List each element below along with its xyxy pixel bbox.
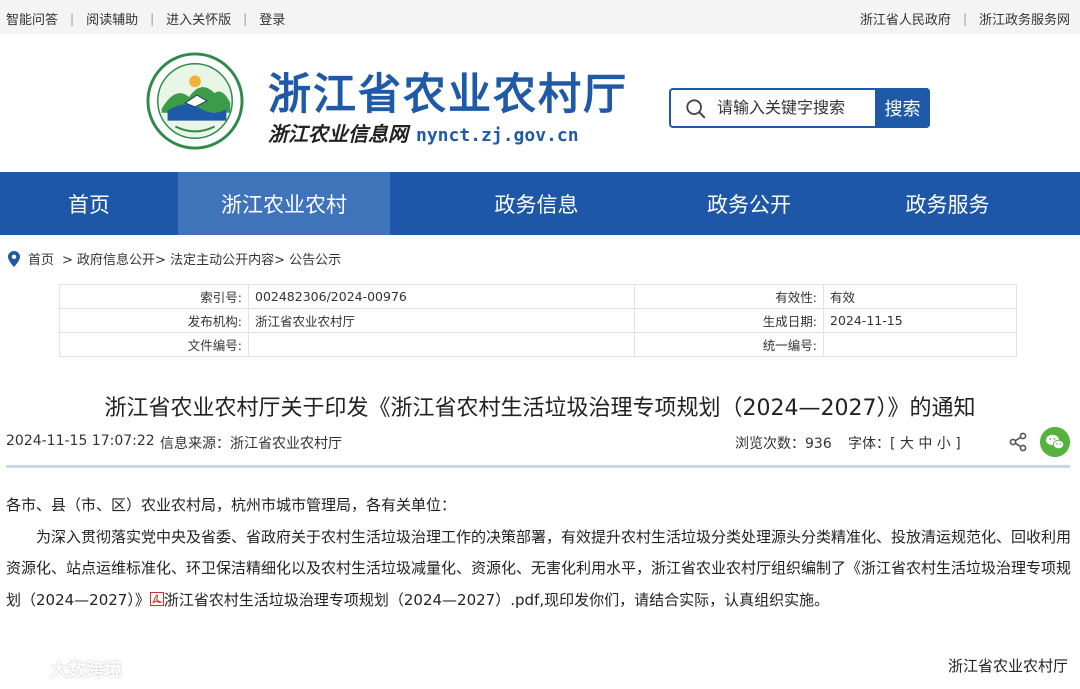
unified-number-label: 统一编号:	[634, 332, 824, 357]
nav-government-disclosure[interactable]: 政务公开	[683, 172, 815, 235]
department-logo-icon[interactable]	[146, 52, 244, 150]
index-label: 索引号:	[59, 284, 249, 309]
publisher-value: 浙江省农业农村厅	[248, 308, 635, 333]
article-title: 浙江省农业农村厅关于印发《浙江省农村生活垃圾治理专项规划（2024—2027）》…	[104, 396, 976, 421]
generated-date-value: 2024-11-15	[823, 308, 1017, 333]
search-box: 搜索	[669, 88, 930, 128]
gov-service-link[interactable]: 浙江政务服务网	[979, 9, 1070, 28]
signature: 浙江省农业农村厅	[947, 657, 1068, 675]
search-icon	[686, 99, 706, 119]
watermark: 大数跨境	[10, 656, 122, 682]
nav-home[interactable]: 首页	[0, 172, 178, 235]
separator: |	[962, 11, 967, 26]
table-row: 发布机构: 浙江省农业农村厅 生成日期: 2024-11-15	[59, 308, 1017, 333]
breadcrumb-path[interactable]: > 政府信息公开> 法定主动公开内容> 公告公示	[62, 249, 341, 268]
index-value: 002482306/2024-00976	[248, 284, 635, 309]
document-meta-table: 索引号: 002482306/2024-00976 有效性: 有效 发布机构: …	[59, 284, 1017, 357]
reading-assist-link[interactable]: 阅读辅助	[86, 9, 138, 28]
login-link[interactable]: 登录	[259, 9, 285, 28]
validity-label: 有效性:	[634, 284, 824, 309]
top-utility-bar: 智能问答 | 阅读辅助 | 进入关怀版 | 登录 浙江省人民政府 | 浙江政务服…	[0, 0, 1080, 34]
top-left-links: 智能问答 | 阅读辅助 | 进入关怀版 | 登录	[6, 9, 285, 29]
wechat-icon[interactable]	[1040, 427, 1070, 457]
publish-datetime: 2024-11-15 17:07:22	[6, 433, 155, 449]
site-subtitle: 浙江农业信息网 nynct.zj.gov.cn	[268, 118, 579, 147]
separator: |	[243, 11, 248, 26]
location-pin-icon	[8, 250, 20, 267]
article-body: 各市、县（市、区）农业农村局，杭州市城市管理局，各有关单位： 为深入贯彻落实党中…	[6, 490, 1072, 616]
smart-qa-link[interactable]: 智能问答	[6, 9, 58, 28]
watermark-text: 大数跨境	[50, 660, 122, 681]
top-right-links: 浙江省人民政府 | 浙江政务服务网	[860, 9, 1070, 29]
nav-zhejiang-agriculture[interactable]: 浙江农业农村	[178, 172, 390, 235]
care-mode-link[interactable]: 进入关怀版	[166, 9, 231, 28]
title-divider	[6, 465, 1070, 468]
unified-number-value	[823, 332, 1017, 357]
breadcrumb-home[interactable]: 首页	[28, 249, 54, 268]
site-domain: nynct.zj.gov.cn	[416, 125, 579, 146]
document-number-label: 文件编号:	[59, 332, 249, 357]
article-info-row: 2024-11-15 17:07:22 信息来源：浙江省农业农村厅 浏览次数：9…	[6, 433, 1070, 455]
info-source: 信息来源：浙江省农业农村厅	[160, 436, 342, 452]
paragraph-text-end: ,现印发你们，请结合实际，认真组织实施。	[539, 590, 830, 609]
attachment-link[interactable]: 浙江省农村生活垃圾治理专项规划（2024—2027）.pdf	[164, 591, 539, 609]
search-input[interactable]	[717, 96, 875, 122]
site-title: 浙江省农业农村厅	[268, 70, 628, 120]
subtitle-text: 浙江农业信息网	[268, 122, 408, 146]
validity-value: 有效	[823, 284, 1017, 309]
share-icon[interactable]	[1008, 432, 1028, 452]
nav-government-info[interactable]: 政务信息	[390, 172, 683, 235]
site-header: 浙江省农业农村厅 浙江农业信息网 nynct.zj.gov.cn 搜索	[0, 34, 1080, 172]
article-paragraph: 为深入贯彻落实党中央及省委、省政府关于农村生活垃圾治理工作的决策部署，有效提升农…	[6, 522, 1072, 617]
salutation: 各市、县（市、区）农业农村局，杭州市城市管理局，各有关单位：	[6, 496, 457, 514]
breadcrumb: 首页 > 政府信息公开> 法定主动公开内容> 公告公示	[8, 249, 341, 268]
search-button[interactable]: 搜索	[875, 88, 930, 128]
generated-date-label: 生成日期:	[634, 308, 824, 333]
provincial-gov-link[interactable]: 浙江省人民政府	[860, 9, 951, 28]
document-number-value	[248, 332, 635, 357]
separator: |	[150, 11, 155, 26]
separator: |	[70, 11, 75, 26]
table-row: 文件编号: 统一编号:	[59, 332, 1017, 357]
watermark-logo-icon	[10, 659, 47, 678]
publisher-label: 发布机构:	[59, 308, 249, 333]
main-nav: 首页 浙江农业农村 政务信息 政务公开 政务服务	[0, 172, 1080, 235]
view-count: 浏览次数：936	[735, 436, 832, 452]
nav-government-services[interactable]: 政务服务	[815, 172, 1080, 235]
font-size-switcher[interactable]: 字体：[ 大 中 小 ]	[848, 433, 961, 453]
table-row: 索引号: 002482306/2024-00976 有效性: 有效	[59, 284, 1017, 309]
pdf-icon	[149, 591, 164, 606]
